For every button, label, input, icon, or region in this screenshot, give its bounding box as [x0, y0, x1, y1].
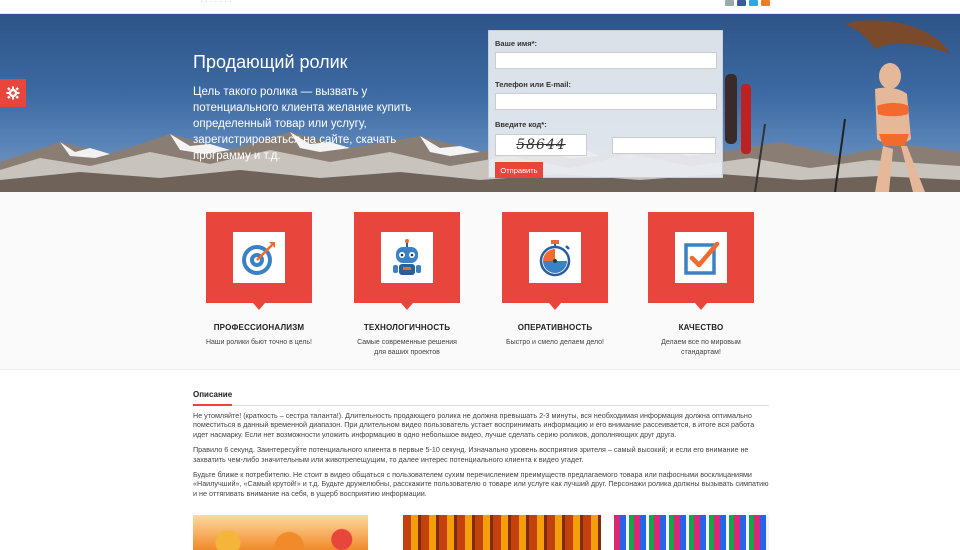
checkbox-icon — [684, 241, 720, 275]
feature-efficiency: ОПЕРАТИВНОСТЬ Быстро и смело делаем дело… — [495, 212, 615, 348]
gallery-image-oranges[interactable] — [193, 515, 368, 550]
description-paragraph: Не утомляйте! (краткость – сестра талант… — [193, 411, 755, 439]
facebook-icon[interactable] — [737, 0, 746, 6]
social-links — [725, 0, 770, 6]
skier-photo — [725, 20, 950, 192]
features-section: ПРОФЕССИОНАЛИЗМ Наши ролики бьют точно в… — [0, 192, 960, 370]
description-paragraph: Правило 6 секунд. Заинтересуйте потенциа… — [193, 445, 749, 464]
captcha-input[interactable] — [612, 136, 716, 154]
description-section: Описание Не утомляйте! (краткость – сест… — [193, 384, 769, 498]
captcha-image: 58644 — [495, 134, 587, 156]
rss-icon[interactable] — [761, 0, 770, 6]
stopwatch-icon — [539, 239, 571, 276]
tab-description[interactable]: Описание — [193, 390, 233, 406]
feature-desc: Наши ролики бьют точно в цель! — [205, 339, 312, 346]
gear-icon — [6, 86, 20, 100]
top-bar: · · · · · · · — [0, 0, 960, 14]
breadcrumb: · · · · · · · — [200, 0, 232, 6]
feature-desc: Быстро и смело делаем дело! — [505, 339, 604, 346]
captcha-row: 58644 — [495, 134, 716, 156]
name-input[interactable] — [495, 52, 717, 69]
code-label: Введите код*: — [495, 120, 547, 129]
share-icon[interactable] — [725, 0, 734, 6]
feature-card — [648, 212, 754, 310]
description-paragraph: Будьте ближе к потребителю. Не стоит в в… — [193, 470, 769, 498]
feature-card — [206, 212, 312, 310]
feature-desc: Самые современные решения для ваших прое… — [357, 339, 457, 356]
settings-button[interactable] — [0, 79, 26, 107]
gallery-image-bottles[interactable] — [614, 515, 769, 550]
feature-card — [354, 212, 460, 310]
gallery-image-jars[interactable] — [403, 515, 601, 550]
feature-title: ПРОФЕССИОНАЛИЗМ — [213, 323, 305, 332]
robot-icon — [393, 238, 421, 275]
twitter-icon[interactable] — [749, 0, 758, 6]
feature-title: ТЕХНОЛОГИЧНОСТЬ — [363, 323, 451, 332]
feature-quality: КАЧЕСТВО Делаем все по мировым стандарта… — [641, 212, 761, 358]
contact-form: Ваше имя*: Телефон или E-mail: Введите к… — [488, 30, 723, 178]
hero-title: Продающий ролик — [193, 52, 348, 72]
tab-divider — [193, 405, 769, 406]
feature-technology: ТЕХНОЛОГИЧНОСТЬ Самые современные решени… — [347, 212, 467, 358]
feature-title: ОПЕРАТИВНОСТЬ — [517, 323, 593, 332]
phone-input[interactable] — [495, 93, 717, 110]
submit-button[interactable]: Отправить — [495, 162, 543, 178]
phone-label: Телефон или E-mail: — [495, 80, 571, 89]
feature-title: КАЧЕСТВО — [678, 323, 724, 332]
feature-desc: Делаем все по мировым стандартам! — [661, 339, 741, 356]
feature-professionalism: ПРОФЕССИОНАЛИЗМ Наши ролики бьют точно в… — [199, 212, 319, 348]
hero-banner: Продающий ролик Цель такого ролика — выз… — [0, 14, 960, 192]
feature-card — [502, 212, 608, 310]
hero-text: Цель такого ролика — вызвать у потенциал… — [193, 86, 412, 162]
target-icon — [242, 241, 275, 275]
name-label: Ваше имя*: — [495, 39, 538, 48]
